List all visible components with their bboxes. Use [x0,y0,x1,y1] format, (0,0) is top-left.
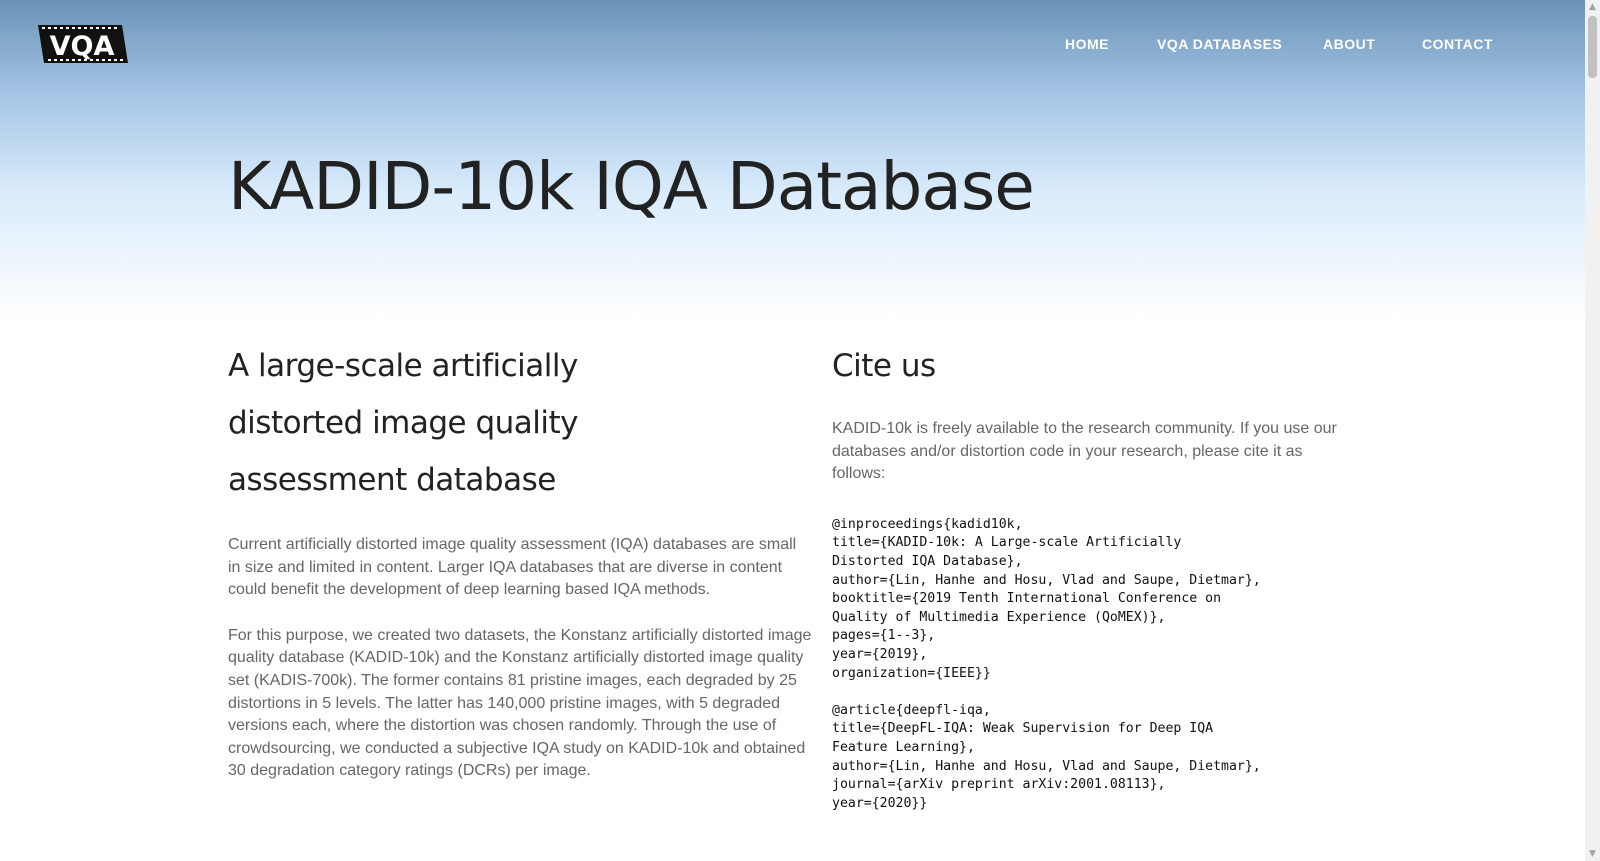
cite-intro: KADID-10k is freely available to the res… [832,420,1337,483]
bibtex-entry-deepfl-iqa: @article{deepfl-iqa, title={DeepFL-IQA: … [832,702,1261,811]
intro-section: A large-scale artificially distorted ima… [228,338,813,783]
nav-contact-link[interactable]: CONTACT [1422,36,1493,52]
page-title: KADID-10k IQA Database [228,148,1035,225]
vertical-scrollbar[interactable]: ▲ ▼ [1585,0,1600,861]
nav-about-link[interactable]: ABOUT [1323,36,1375,52]
scrollbar-thumb[interactable] [1588,16,1597,78]
nav-home-link[interactable]: HOME [1065,36,1109,52]
cite-section: Cite us KADID-10k is freely available to… [832,338,1352,813]
intro-paragraph: Current artificially distorted image qua… [228,536,797,599]
scroll-up-arrow-icon[interactable]: ▲ [1585,0,1600,14]
main-nav: HOME VQA DATABASES ABOUT CONTACT [0,36,1585,56]
page: VQA HOME VQA DATABASES ABOUT CONTACT KAD… [0,0,1600,861]
scroll-down-arrow-icon[interactable]: ▼ [1585,847,1600,861]
hero-banner: VQA HOME VQA DATABASES ABOUT CONTACT KAD… [0,0,1585,320]
nav-vqa-databases-link[interactable]: VQA DATABASES [1157,36,1282,52]
cite-heading: Cite us [832,348,936,384]
intro-paragraph: For this purpose, we created two dataset… [228,626,812,780]
intro-heading: A large-scale artificially distorted ima… [228,348,579,498]
bibtex-entry-kadid10k: @inproceedings{kadid10k, title={KADID-10… [832,516,1261,681]
